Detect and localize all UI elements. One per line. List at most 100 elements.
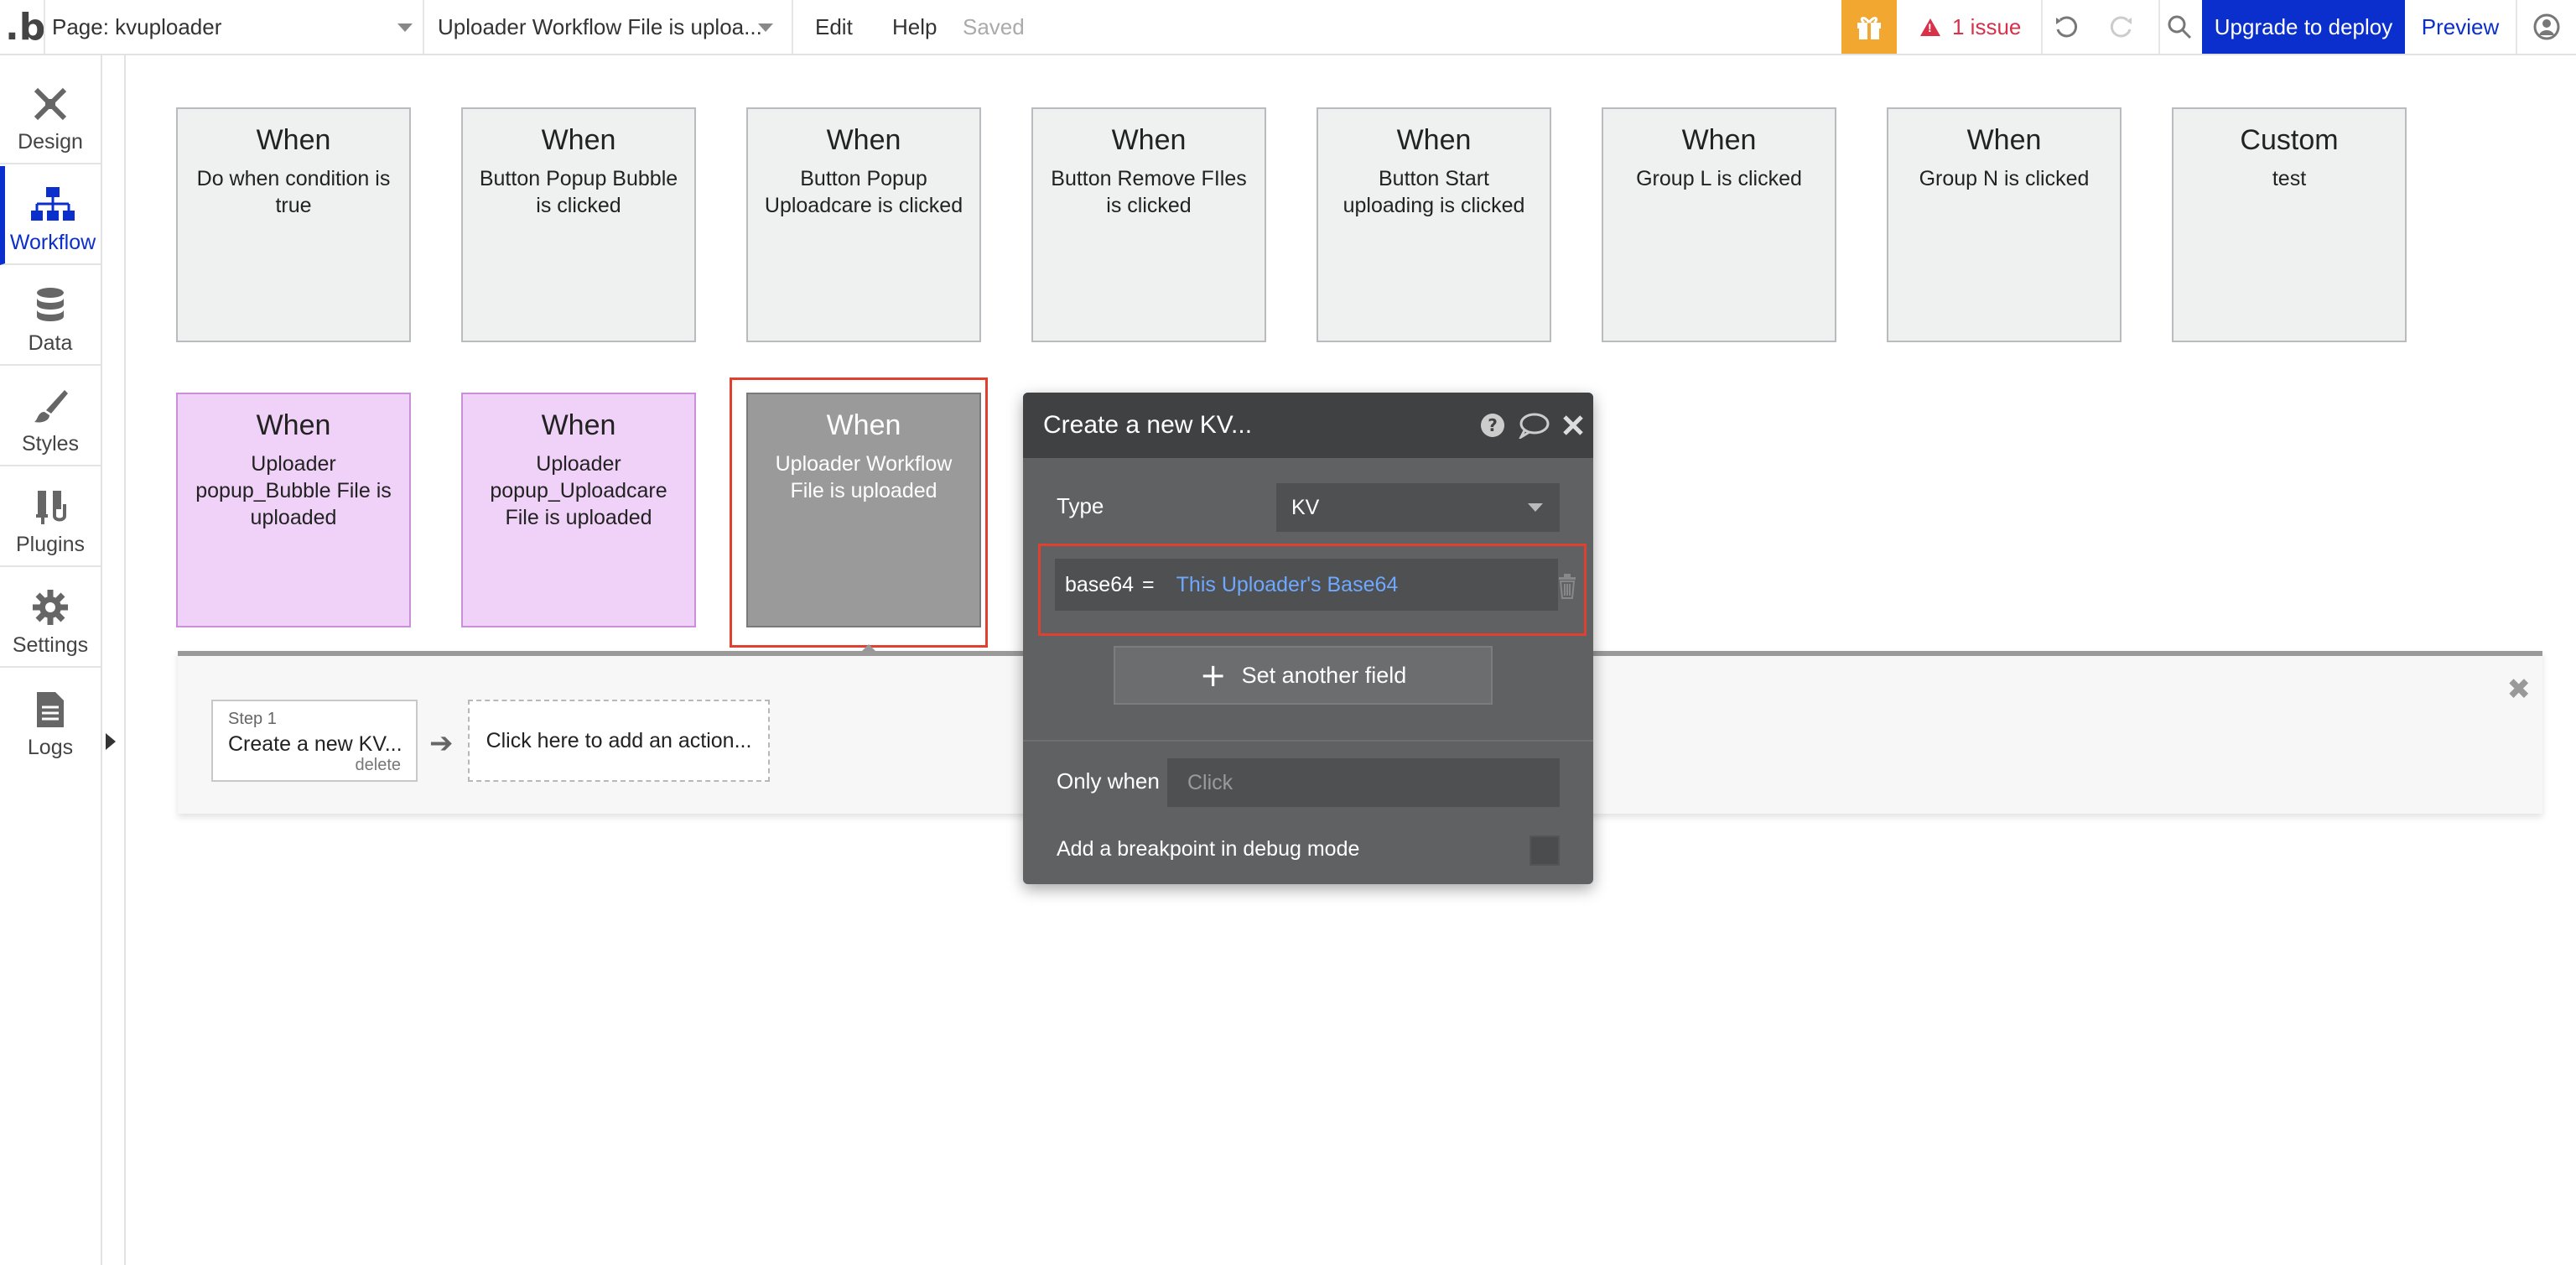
gift-button[interactable] [1841, 0, 1897, 54]
divider [2516, 0, 2517, 54]
event-card-subtitle: Do when condition is true [196, 167, 391, 217]
workflow-selector-label: Uploader Workflow File is uploa... [438, 13, 762, 39]
sidebar-item-styles[interactable]: Styles [0, 367, 101, 466]
set-another-field-label: Set another field [1241, 662, 1407, 688]
warning-icon [1920, 18, 1940, 36]
action-property-editor: Create a new KV... ? Type KV base64 = Th… [1023, 393, 1593, 884]
brush-icon [34, 390, 68, 423]
event-card-subtitle: Button Popup Uploadcare is clicked [764, 167, 963, 217]
event-card[interactable]: When Button Popup Bubble is clicked [461, 107, 696, 342]
bubble-logo[interactable]: .b [5, 5, 45, 49]
sidebar-item-label: Plugins [16, 533, 85, 556]
undo-button[interactable] [2053, 0, 2081, 54]
only-when-placeholder: Click [1187, 770, 1233, 794]
close-icon[interactable]: ✖ [2507, 673, 2532, 706]
sidebar-item-label: Settings [12, 633, 89, 657]
sidebar-item-logs[interactable]: Logs [0, 669, 101, 768]
step-delete-link[interactable]: delete [356, 756, 402, 775]
svg-text:?: ? [1488, 415, 1498, 435]
top-bar: .b Page: kvuploader Uploader Workflow Fi… [0, 0, 2576, 55]
upgrade-button[interactable]: Upgrade to deploy [2202, 0, 2405, 54]
expand-arrow-icon[interactable] [106, 733, 116, 750]
only-when-input[interactable]: Click [1167, 758, 1560, 807]
divider [2158, 0, 2160, 54]
event-card[interactable]: When Do when condition is true [176, 107, 411, 342]
add-action-button[interactable]: Click here to add an action... [468, 700, 770, 782]
event-card[interactable]: When Group L is clicked [1602, 107, 1836, 342]
event-card-title: Custom [2240, 124, 2339, 156]
design-icon [34, 87, 67, 121]
event-card-subtitle: Group L is clicked [1636, 167, 1802, 190]
event-card-title: When [1111, 124, 1187, 156]
step-number: Step 1 [228, 710, 277, 728]
trash-icon[interactable] [1556, 574, 1578, 599]
gift-icon [1857, 17, 1881, 39]
search-icon [2168, 15, 2192, 39]
event-card[interactable]: When Group N is clicked [1887, 107, 2122, 342]
sidebar-item-data[interactable]: Data [0, 267, 101, 366]
sidebar-item-label: Logs [27, 736, 74, 759]
field-equals: = [1142, 572, 1155, 596]
help-icon[interactable]: ? [1479, 412, 1506, 439]
arrow-right-icon: ➔ [429, 726, 454, 760]
event-card[interactable]: When Uploader popup_Uploadcare File is u… [461, 393, 696, 627]
sidebar-item-settings[interactable]: Settings [0, 569, 101, 668]
chevron-down-icon [758, 23, 773, 32]
comment-icon[interactable] [1518, 412, 1550, 439]
divider [2041, 0, 2043, 54]
step-name: Create a new KV... [228, 732, 401, 756]
event-card-subtitle: Button Start uploading is clicked [1343, 167, 1525, 217]
sidebar-item-label: Data [28, 331, 73, 355]
event-card-subtitle: Button Remove FIles is clicked [1051, 167, 1247, 217]
field-value-expression[interactable]: This Uploader's Base64 [1176, 573, 1399, 597]
divider [423, 0, 424, 54]
workflow-step[interactable]: Step 1 Create a new KV... delete [211, 700, 418, 782]
plus-icon: + [1199, 657, 1227, 694]
close-icon[interactable] [1561, 414, 1585, 437]
field-assignment-row[interactable]: base64 = This Uploader's Base64 [1055, 559, 1558, 611]
edit-menu[interactable]: Edit [815, 0, 853, 54]
event-card-subtitle: Group N is clicked [1919, 167, 2090, 190]
event-card-subtitle: Uploader popup_Bubble File is uploaded [195, 452, 392, 529]
sidebar-item-label: Workflow [9, 231, 96, 254]
custom-event-card[interactable]: Custom test [2172, 107, 2407, 342]
document-icon [37, 692, 64, 727]
issues-count: 1 issue [1952, 13, 2022, 39]
sidebar-item-workflow[interactable]: Workflow [0, 166, 101, 265]
event-card-subtitle: Button Popup Bubble is clicked [479, 167, 678, 217]
divider [1023, 740, 1593, 742]
event-card[interactable]: When Uploader popup_Bubble File is uploa… [176, 393, 411, 627]
divider [44, 0, 45, 54]
divider [792, 0, 793, 54]
sidebar-item-label: Design [18, 130, 83, 154]
sidebar-item-design[interactable]: Design [0, 65, 101, 164]
database-icon [37, 288, 64, 321]
event-card-title: When [256, 409, 331, 441]
event-card-title: When [1681, 124, 1757, 156]
sidebar-gutter [102, 55, 126, 1265]
set-another-field-button[interactable]: + Set another field [1114, 646, 1493, 705]
breakpoint-checkbox[interactable] [1530, 836, 1560, 866]
account-button[interactable] [2532, 0, 2561, 54]
undo-icon [2056, 16, 2078, 38]
page-selector-label: Page: kvuploader [52, 13, 222, 39]
event-card-subtitle: test [2272, 167, 2307, 190]
event-card[interactable]: When Button Remove FIles is clicked [1031, 107, 1266, 342]
highlight-frame [730, 377, 988, 648]
sidebar-item-plugins[interactable]: Plugins [0, 468, 101, 567]
event-card-subtitle: Uploader popup_Uploadcare File is upload… [490, 452, 667, 529]
type-dropdown[interactable]: KV [1276, 483, 1560, 532]
issues-indicator[interactable]: 1 issue [1920, 0, 2021, 54]
page-selector[interactable]: Page: kvuploader [52, 0, 413, 54]
event-card[interactable]: When Button Popup Uploadcare is clicked [746, 107, 981, 342]
preview-button[interactable]: Preview [2405, 0, 2516, 54]
help-menu[interactable]: Help [892, 0, 937, 54]
event-card[interactable]: When Button Start uploading is clicked [1317, 107, 1551, 342]
chevron-down-icon [397, 23, 413, 32]
workflow-selector[interactable]: Uploader Workflow File is uploa... [438, 0, 773, 54]
event-card-title: When [541, 409, 616, 441]
redo-button[interactable] [2106, 0, 2135, 54]
search-button[interactable] [2165, 0, 2194, 54]
breakpoint-label: Add a breakpoint in debug mode [1057, 837, 1360, 861]
field-name: base64 [1065, 572, 1135, 596]
